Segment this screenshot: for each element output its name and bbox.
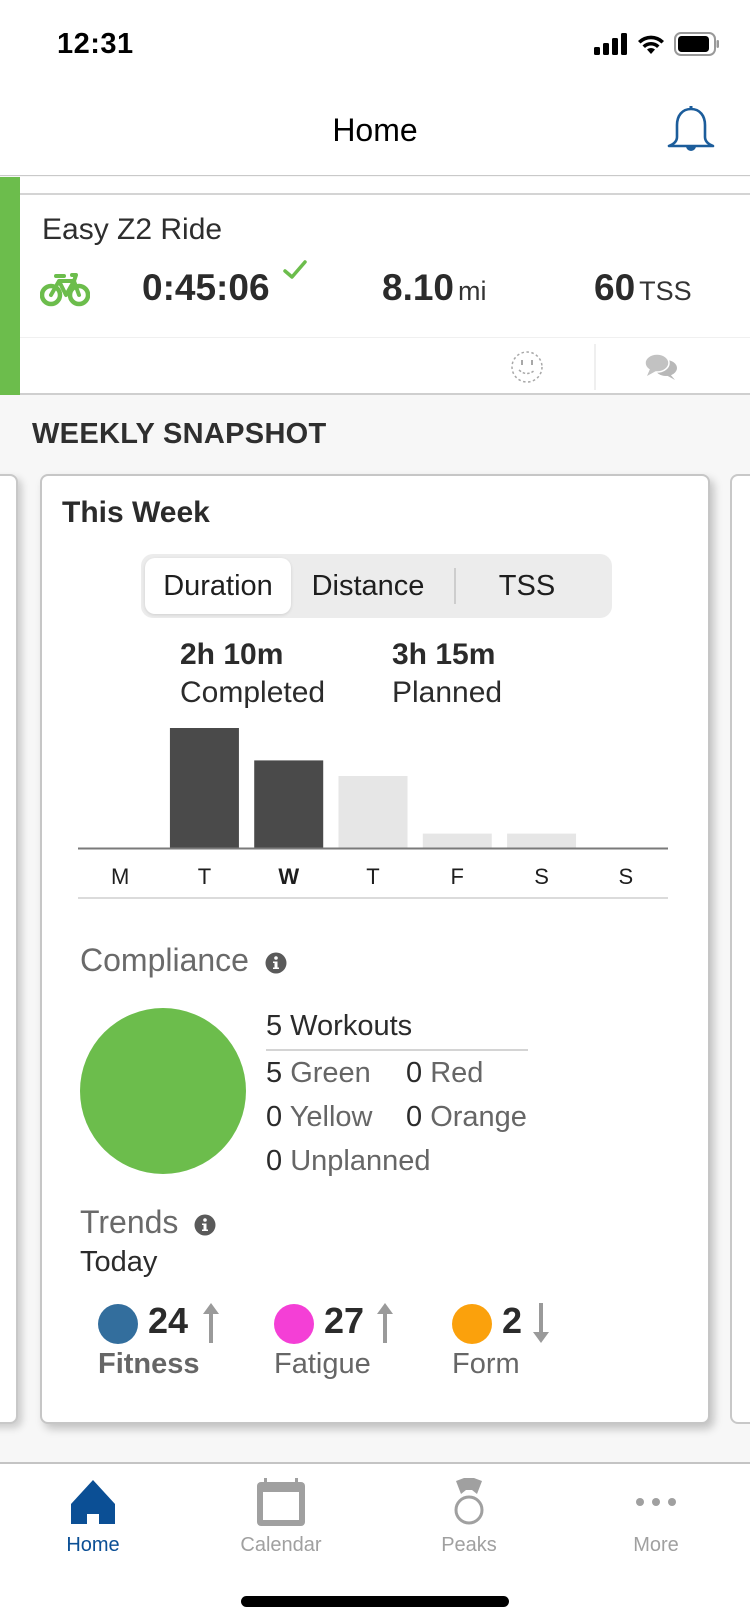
previous-workout-footer[interactable] xyxy=(0,177,750,195)
fatigue-color-dot xyxy=(274,1304,314,1344)
completed-value: 2h 10m xyxy=(180,638,284,671)
next-snapshot-card[interactable] xyxy=(730,474,750,1424)
compliance-orange: 0 Orange xyxy=(406,1101,527,1133)
pie-slice-green xyxy=(80,1008,246,1174)
info-icon[interactable] xyxy=(265,952,287,974)
tab-more-label: More xyxy=(633,1534,679,1556)
day-label-2: W xyxy=(278,864,299,889)
tss-unit: TSS xyxy=(639,276,692,306)
footer-divider xyxy=(594,344,596,390)
workout-card[interactable]: Easy Z2 Ride 0:45:06 8.10 mi 60 TSS xyxy=(20,195,750,395)
compliance-title: Compliance xyxy=(80,942,249,978)
tab-peaks[interactable]: Peaks xyxy=(389,1478,549,1568)
arrow-down-icon xyxy=(533,1303,549,1343)
bell-icon[interactable] xyxy=(664,104,718,158)
compliance-breakdown: 5 Workouts 5 Green 0 Red 0 Yellow 0 Oran… xyxy=(266,1010,528,1191)
day-label-0: M xyxy=(111,864,129,889)
planned-label: Planned xyxy=(392,676,503,709)
more-icon xyxy=(636,1498,676,1506)
section-title-weekly-snapshot: WEEKLY SNAPSHOT xyxy=(32,418,327,450)
day-label-5: S xyxy=(534,864,549,889)
compliance-red: 0 Red xyxy=(406,1057,484,1089)
segment-tss[interactable]: TSS xyxy=(446,558,608,614)
compliance-yellow: 0 Yellow xyxy=(266,1101,373,1133)
workout-duration: 0:45:06 xyxy=(142,267,270,308)
status-time: 12:31 xyxy=(57,28,134,60)
calendar-icon xyxy=(257,1478,305,1526)
tab-peaks-label: Peaks xyxy=(441,1534,497,1556)
form-label: Form xyxy=(452,1348,520,1380)
bar-planned-4 xyxy=(422,833,492,848)
completed-total: 2h 10m Completed xyxy=(180,638,325,710)
fatigue-label: Fatigue xyxy=(274,1348,371,1380)
trends-subtitle: Today xyxy=(80,1246,158,1278)
tab-calendar[interactable]: Calendar xyxy=(201,1478,361,1568)
planned-total: 3h 15m Planned xyxy=(392,638,502,710)
trends-heading: Trends xyxy=(80,1204,216,1241)
page-title: Home xyxy=(332,112,418,148)
distance-unit: mi xyxy=(458,276,487,306)
chat-bubbles-icon[interactable] xyxy=(644,352,678,382)
tab-calendar-label: Calendar xyxy=(240,1534,322,1556)
day-label-3: T xyxy=(366,864,379,889)
tss-value: 60 xyxy=(594,267,636,308)
bar-completed-1 xyxy=(169,728,239,848)
card-title: This Week xyxy=(62,496,210,529)
home-screen: 12:31 Home Easy Z2 Ride 0:45:06 8.10 mi … xyxy=(0,0,750,1624)
fitness-color-dot xyxy=(98,1304,138,1344)
status-icons xyxy=(594,32,720,56)
compliance-unplanned: 0 Unplanned xyxy=(266,1145,431,1177)
segment-distance[interactable]: Distance xyxy=(293,558,443,614)
day-label-6: S xyxy=(619,864,634,889)
bar-completed-2 xyxy=(254,760,324,848)
day-label-1: T xyxy=(198,864,211,889)
tab-home[interactable]: Home xyxy=(13,1478,173,1568)
workout-tss: 60 TSS xyxy=(594,267,692,309)
arrow-up-icon xyxy=(203,1303,219,1343)
this-week-card[interactable]: This Week Duration Distance TSS 2h 10m C… xyxy=(40,474,710,1424)
wifi-icon xyxy=(638,35,664,54)
fitness-label: Fitness xyxy=(98,1348,200,1380)
checkmark-icon xyxy=(283,260,307,279)
fitness-value: 24 xyxy=(148,1300,189,1341)
smiley-icon[interactable] xyxy=(510,350,544,384)
trends-title: Trends xyxy=(80,1204,179,1240)
nav-header: Home xyxy=(0,90,750,176)
completed-label: Completed xyxy=(180,676,326,709)
weekly-bar-chart: MTWTFSS xyxy=(78,728,668,899)
tab-more[interactable]: More xyxy=(576,1478,736,1568)
workout-distance: 8.10 mi xyxy=(382,267,487,309)
bar-planned-3 xyxy=(338,776,408,848)
planned-value: 3h 15m xyxy=(392,638,496,671)
info-icon[interactable] xyxy=(194,1214,216,1236)
form-color-dot xyxy=(452,1304,492,1344)
distance-value: 8.10 xyxy=(382,267,455,308)
medal-icon xyxy=(454,1478,484,1525)
compliance-grid: 5 Green 0 Red 0 Yellow 0 Orange 0 Unplan… xyxy=(266,1051,528,1191)
workout-summary-row: 0:45:06 8.10 mi 60 TSS xyxy=(20,260,750,315)
home-icon xyxy=(71,1480,115,1524)
status-bar: 12:31 xyxy=(0,0,750,90)
compliance-color-bar xyxy=(0,177,20,395)
compliance-pie-chart xyxy=(80,1008,246,1174)
battery-icon xyxy=(674,32,719,56)
compliance-total: 5 Workouts xyxy=(266,1010,528,1051)
segment-duration[interactable]: Duration xyxy=(145,558,291,614)
metric-segmented-control: Duration Distance TSS xyxy=(141,554,612,618)
arrow-up-icon xyxy=(377,1303,393,1343)
home-indicator xyxy=(241,1596,509,1607)
cellular-signal-icon xyxy=(594,33,627,55)
workout-footer xyxy=(20,337,750,393)
form-value: 2 xyxy=(502,1300,523,1341)
workout-title: Easy Z2 Ride xyxy=(42,213,223,246)
fatigue-value: 27 xyxy=(324,1300,365,1341)
compliance-green: 5 Green xyxy=(266,1057,371,1089)
bike-icon xyxy=(40,273,90,307)
previous-snapshot-card[interactable] xyxy=(0,474,18,1424)
bar-planned-5 xyxy=(507,833,577,848)
compliance-heading: Compliance xyxy=(80,942,287,979)
tab-home-label: Home xyxy=(66,1534,120,1556)
day-label-4: F xyxy=(451,864,464,889)
